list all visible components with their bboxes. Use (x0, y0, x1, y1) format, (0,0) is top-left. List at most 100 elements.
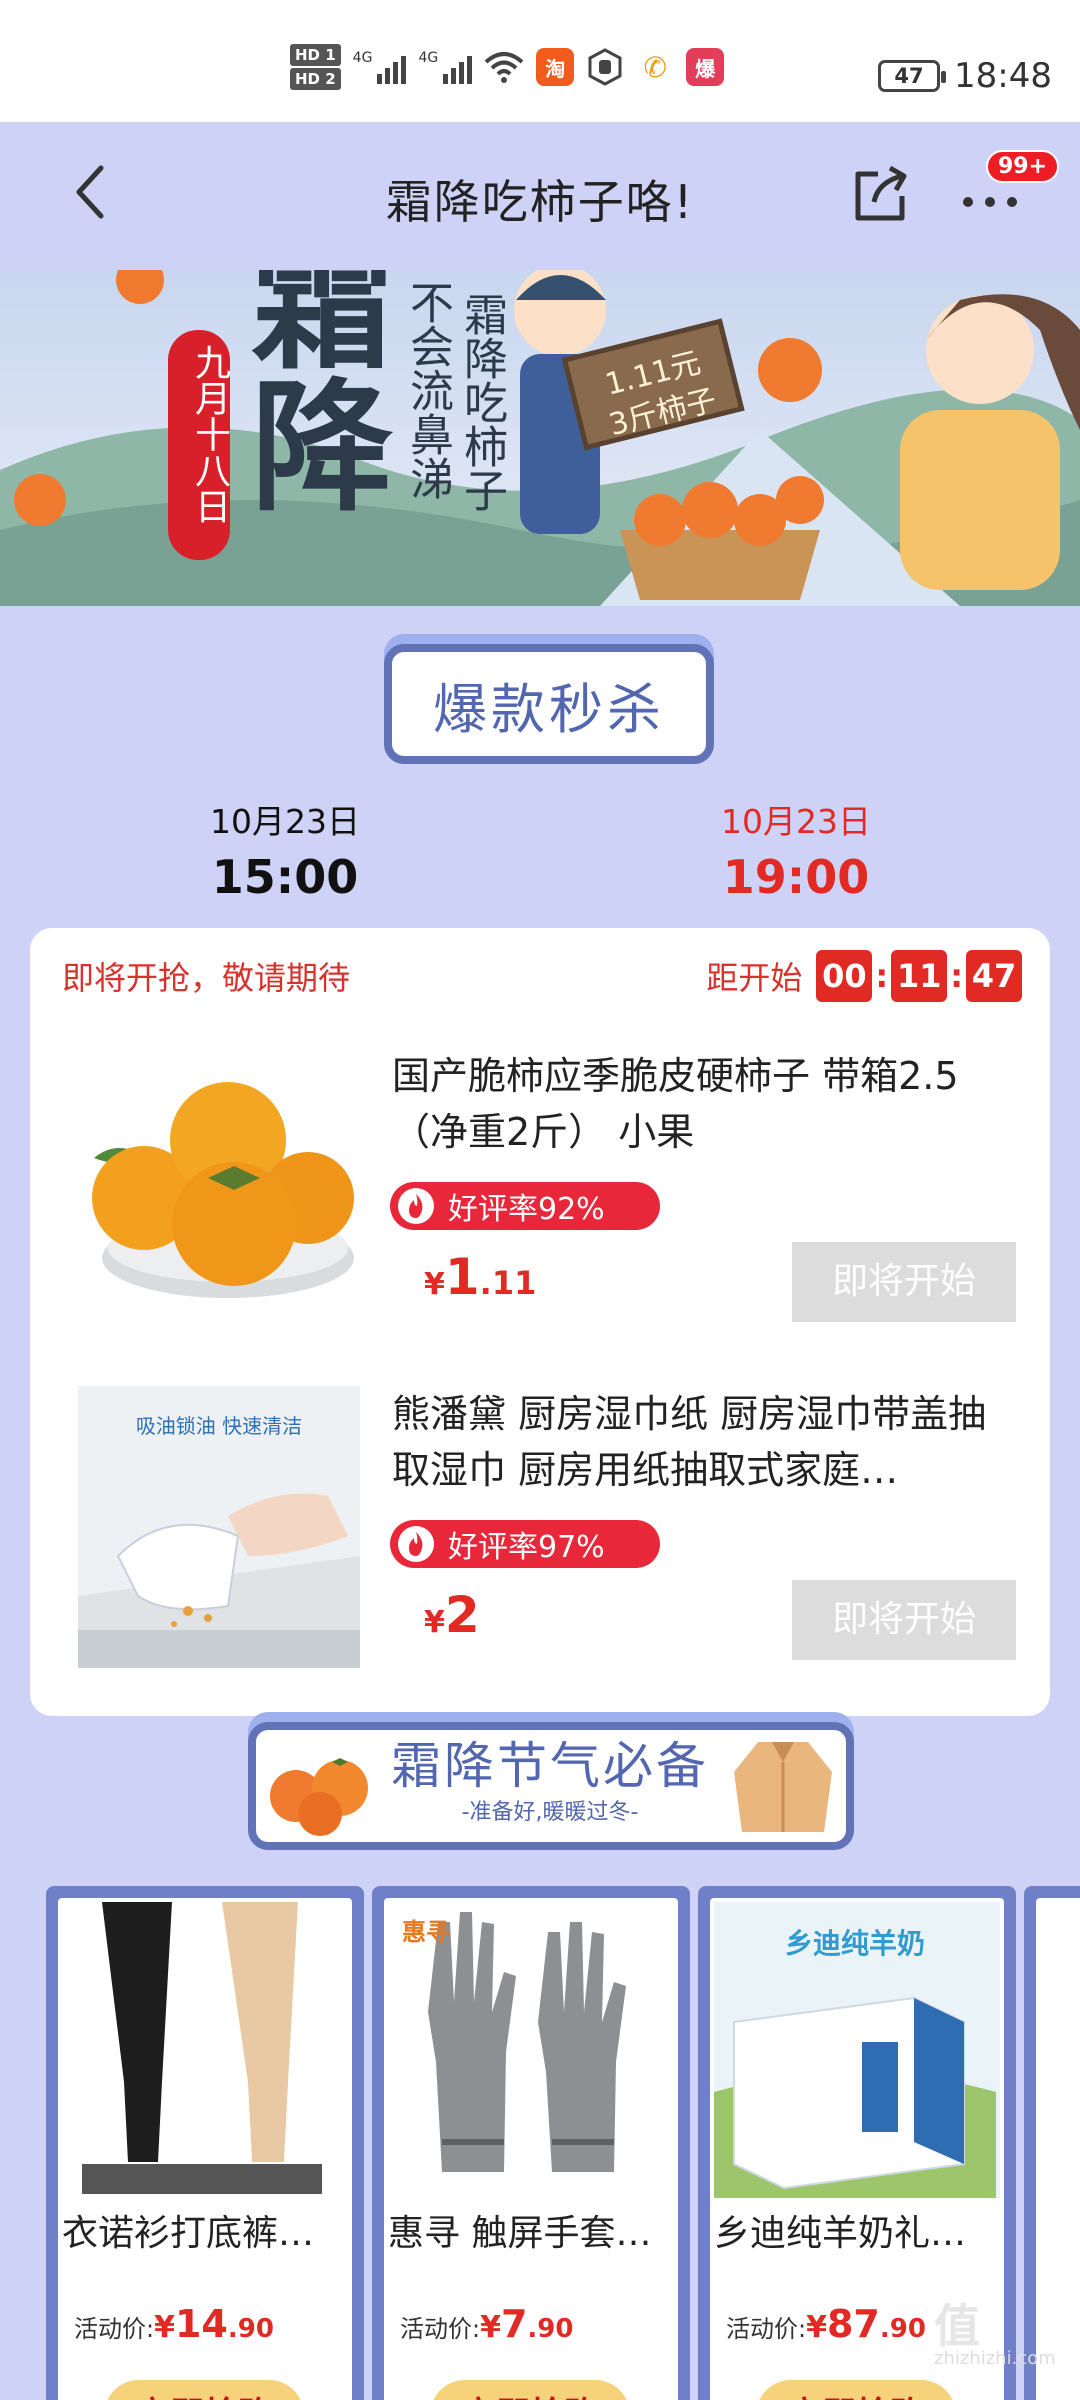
banner-date-tag: 九月十八日 (189, 344, 230, 524)
slot-time: 15:00 (211, 850, 359, 904)
phone-app-icon: ✆ (636, 48, 675, 86)
hd-indicator: HD 1 HD 2 (290, 44, 341, 90)
countdown-minutes: 11 (891, 950, 948, 1002)
currency-symbol: ¥ (154, 2310, 175, 2345)
rating-text: 好评率97% (448, 1530, 605, 1565)
slot-time: 19:00 (722, 850, 870, 904)
signal-icon-2: 4G (418, 50, 473, 84)
product-name[interactable]: 国产脆柿应季脆皮硬柿子 带箱2.5（净重2斤） 小果 (392, 1048, 1012, 1160)
price-label: 活动价: (74, 2315, 155, 2343)
price-integer: 87 (826, 2302, 880, 2346)
share-button[interactable] (848, 162, 912, 226)
product-image-gloves[interactable]: 惠寻 (388, 1902, 674, 2198)
rating-badge: 好评率97% (390, 1520, 660, 1568)
battery-icon: 47 (878, 60, 947, 92)
flash-card-header: 即将开抢，敬请期待 距开始 00 : 11 : 47 (62, 950, 1022, 1006)
coming-soon-button[interactable]: 即将开始 (792, 1580, 1016, 1660)
currency-symbol: ¥ (480, 2310, 501, 2345)
price-integer: 14 (174, 2302, 228, 2346)
rating-badge: 好评率92% (390, 1182, 660, 1230)
brand-logo: 乡迪纯羊奶 (784, 1927, 925, 1960)
price: ¥2 (424, 1586, 480, 1644)
promo-banner[interactable]: 霜降 九月十八日 不会流鼻涕 霜降吃柿子 1.11元 3斤柿子 (0, 270, 1080, 606)
product-image-wipes[interactable]: 吸油锁油 快速清洁 (78, 1386, 360, 1668)
price-integer: 1 (444, 1248, 480, 1306)
product-card[interactable]: 惠寻 惠寻 触屏手套… 活动价:¥7.90 立即抢购 (372, 1886, 690, 2400)
buy-now-button[interactable]: 立即抢购 (104, 2380, 304, 2400)
clock: 18:48 (954, 56, 1052, 96)
notification-badge: 99+ (986, 150, 1060, 183)
time-slot-tabs: 10月23日 15:00 10月23日 19:00 (0, 800, 1080, 910)
buy-now-button[interactable]: 立即抢购 (756, 2380, 956, 2400)
time-slot-2-active[interactable]: 10月23日 19:00 (646, 800, 946, 910)
status-bar: HD 1 HD 2 4G 4G 淘 ✆ 爆 47 18:48 (0, 0, 1080, 122)
product-card-partial[interactable] (1024, 1886, 1080, 2400)
coming-soon-button[interactable]: 即将开始 (792, 1242, 1016, 1322)
price: ¥1.11 (424, 1248, 536, 1306)
taobao-app-icon: 淘 (536, 48, 575, 86)
banner-big-text: 霜降 (226, 270, 392, 514)
price-fraction: .11 (479, 1264, 537, 1302)
season-subtitle: -准备好,暖暖过冬- (461, 1800, 639, 1825)
flash-sale-card: 即将开抢，敬请期待 距开始 00 : 11 : 47 国产脆柿应季脆皮硬柿子 带… (30, 928, 1050, 1716)
slot-date: 10月23日 (721, 802, 871, 841)
countdown-seconds: 47 (966, 950, 1022, 1002)
currency-symbol: ¥ (424, 1267, 445, 1302)
product-name[interactable]: 熊潘黛 厨房湿巾纸 厨房湿巾带盖抽取湿巾 厨房用纸抽取式家庭… (392, 1386, 1012, 1498)
flash-item[interactable]: 国产脆柿应季脆皮硬柿子 带箱2.5（净重2斤） 小果 好评率92% ¥1.11 … (78, 1048, 1016, 1338)
flame-icon (398, 1188, 434, 1224)
price-fraction: .90 (527, 2314, 574, 2344)
network-type: 4G (352, 50, 373, 66)
flash-sale-title: 爆款秒杀 (384, 644, 714, 764)
price-fraction: .90 (879, 2314, 926, 2344)
hd1-label: HD 1 (290, 44, 341, 66)
product-card-body: 衣诺衫打底裤… 活动价:¥14.90 立即抢购 (58, 1898, 352, 2400)
rating-text: 好评率92% (448, 1192, 605, 1227)
hand-icon (588, 48, 622, 86)
banner-line1: 不会流鼻涕 (402, 280, 453, 500)
flash-sale-heading: 爆款秒杀 (384, 644, 714, 764)
countdown-label: 距开始 (706, 959, 803, 997)
signal-icon: 4G (353, 50, 407, 84)
promo-app-icon: 爆 (686, 48, 725, 86)
wifi-icon (484, 52, 524, 83)
season-title: 霜降节气必备 (391, 1737, 709, 1795)
flash-notice: 即将开抢，敬请期待 (62, 959, 351, 997)
product-image-goat-milk[interactable]: 乡迪纯羊奶 (714, 1902, 1000, 2198)
product-image-persimmon[interactable] (78, 1048, 360, 1330)
flash-item[interactable]: 吸油锁油 快速清洁 熊潘黛 厨房湿巾纸 厨房湿巾带盖抽取湿巾 厨房用纸抽取式家庭… (78, 1386, 1016, 1676)
currency-symbol: ¥ (806, 2310, 827, 2345)
currency-symbol: ¥ (424, 1605, 445, 1640)
flame-icon (398, 1526, 434, 1562)
price-fraction: .90 (227, 2314, 274, 2344)
banner-illustration (0, 270, 1080, 606)
price-label: 活动价: (400, 2315, 481, 2343)
countdown-hours: 00 (816, 950, 873, 1002)
price-integer: 2 (444, 1586, 480, 1644)
season-product-carousel[interactable]: 衣诺衫打底裤… 活动价:¥14.90 立即抢购 惠寻 惠寻 触屏手套… 活动价:… (0, 1886, 1080, 2400)
price-integer: 7 (500, 2302, 528, 2346)
nav-bar: 霜降吃柿子咯! 99+ (0, 122, 1080, 270)
hd2-label: HD 2 (290, 68, 341, 90)
brand-logo: 惠寻 (402, 1918, 450, 1946)
price-label: 活动价: (726, 2315, 807, 2343)
season-essentials-heading: 霜降节气必备 -准备好,暖暖过冬- (248, 1722, 854, 1850)
product-image-leggings[interactable] (62, 1902, 348, 2198)
time-slot-1[interactable]: 10月23日 15:00 (135, 800, 435, 910)
product-name[interactable]: 衣诺衫打底裤… (62, 2204, 348, 2256)
slot-date: 10月23日 (210, 802, 360, 841)
product-card-body: 惠寻 惠寻 触屏手套… 活动价:¥7.90 立即抢购 (384, 1898, 678, 2400)
product-name[interactable]: 惠寻 触屏手套… (388, 2204, 674, 2256)
product-card[interactable]: 衣诺衫打底裤… 活动价:¥14.90 立即抢购 (46, 1886, 364, 2400)
product-name[interactable]: 乡迪纯羊奶礼… (714, 2204, 1000, 2256)
product-card-body (1036, 1898, 1080, 2400)
jacket-illustration (734, 1742, 832, 1832)
promo-price: 活动价:¥14.90 (74, 2302, 274, 2346)
buy-now-button[interactable]: 立即抢购 (430, 2380, 630, 2400)
image-caption: 吸油锁油 快速清洁 (135, 1414, 303, 1438)
page-title: 霜降吃柿子咯! (385, 175, 695, 229)
share-icon (855, 165, 907, 221)
countdown-timer: 距开始 00 : 11 : 47 (706, 950, 1022, 1002)
promo-price: 活动价:¥87.90 (726, 2302, 926, 2346)
status-left: HD 1 HD 2 4G 4G 淘 ✆ 爆 (290, 44, 725, 90)
